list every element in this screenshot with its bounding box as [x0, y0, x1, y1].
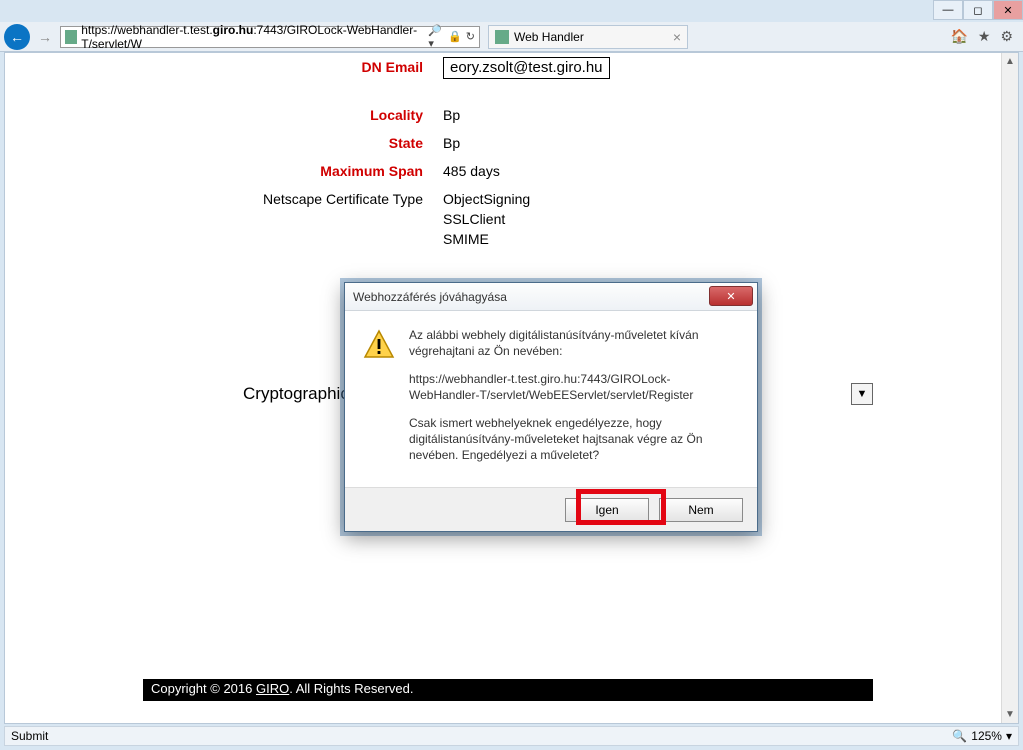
value-maxspan: 485 days: [443, 161, 873, 181]
label-state: State: [143, 133, 443, 153]
label-dn-email: DN Email: [143, 57, 443, 79]
status-text: Submit: [11, 729, 48, 743]
lock-icon: 🔒: [448, 30, 462, 43]
dialog-yes-button[interactable]: Igen: [565, 498, 649, 522]
dialog-message: Az alábbi webhely digitálistanúsítvány-m…: [409, 327, 739, 475]
window-close-button[interactable]: ✕: [993, 0, 1023, 20]
crypto-provider-select[interactable]: ▼: [851, 383, 873, 405]
zoom-icon[interactable]: 🔍: [952, 729, 967, 743]
search-icon[interactable]: 🔎 ▾: [428, 24, 444, 50]
dialog-no-button[interactable]: Nem: [659, 498, 743, 522]
address-bar[interactable]: https://webhandler-t.test.giro.hu:7443/G…: [60, 26, 480, 48]
minimize-button[interactable]: —: [933, 0, 963, 20]
scroll-down-icon[interactable]: ▼: [1002, 706, 1018, 723]
tab-title: Web Handler: [514, 30, 584, 44]
zoom-dropdown-icon[interactable]: ▾: [1006, 729, 1012, 743]
tools-icon[interactable]: ⚙: [1000, 28, 1013, 45]
forward-button[interactable]: →: [32, 24, 58, 50]
browser-tab[interactable]: Web Handler ×: [488, 25, 688, 49]
ie-toolbar: ← → https://webhandler-t.test.giro.hu:74…: [0, 22, 1023, 52]
refresh-icon[interactable]: ↻: [466, 30, 475, 43]
value-state: Bp: [443, 133, 873, 153]
label-crypto: Cryptographic Pr: [143, 384, 371, 404]
label-nct: Netscape Certificate Type: [143, 189, 443, 249]
label-locality: Locality: [143, 105, 443, 125]
site-icon: [65, 30, 77, 44]
label-maxspan: Maximum Span: [143, 161, 443, 181]
warning-icon: [363, 329, 395, 361]
dialog-title: Webhozzáférés jóváhagyása: [353, 290, 507, 304]
scroll-up-icon[interactable]: ▲: [1002, 53, 1018, 70]
dialog-close-button[interactable]: ✕: [709, 286, 753, 306]
maximize-button[interactable]: ◻: [963, 0, 993, 20]
value-dn-email[interactable]: eory.zsolt@test.giro.hu: [443, 57, 610, 79]
footer-link[interactable]: GIRO: [256, 681, 289, 696]
vertical-scrollbar[interactable]: ▲ ▼: [1001, 53, 1018, 723]
value-nct: ObjectSigning SSLClient SMIME: [443, 189, 873, 249]
tab-close-icon[interactable]: ×: [673, 29, 681, 45]
page-footer: Copyright © 2016 GIRO. All Rights Reserv…: [143, 679, 873, 701]
back-button[interactable]: ←: [4, 24, 30, 50]
url-text: https://webhandler-t.test.giro.hu:7443/G…: [81, 23, 428, 51]
status-bar: Submit 🔍 125% ▾: [4, 726, 1019, 746]
zoom-level: 125%: [971, 729, 1002, 743]
home-icon[interactable]: 🏠: [950, 28, 967, 45]
value-locality: Bp: [443, 105, 873, 125]
web-access-approval-dialog: Webhozzáférés jóváhagyása ✕ Az alábbi we…: [344, 282, 758, 532]
tab-favicon: [495, 30, 509, 44]
favorites-icon[interactable]: ★: [978, 28, 991, 45]
